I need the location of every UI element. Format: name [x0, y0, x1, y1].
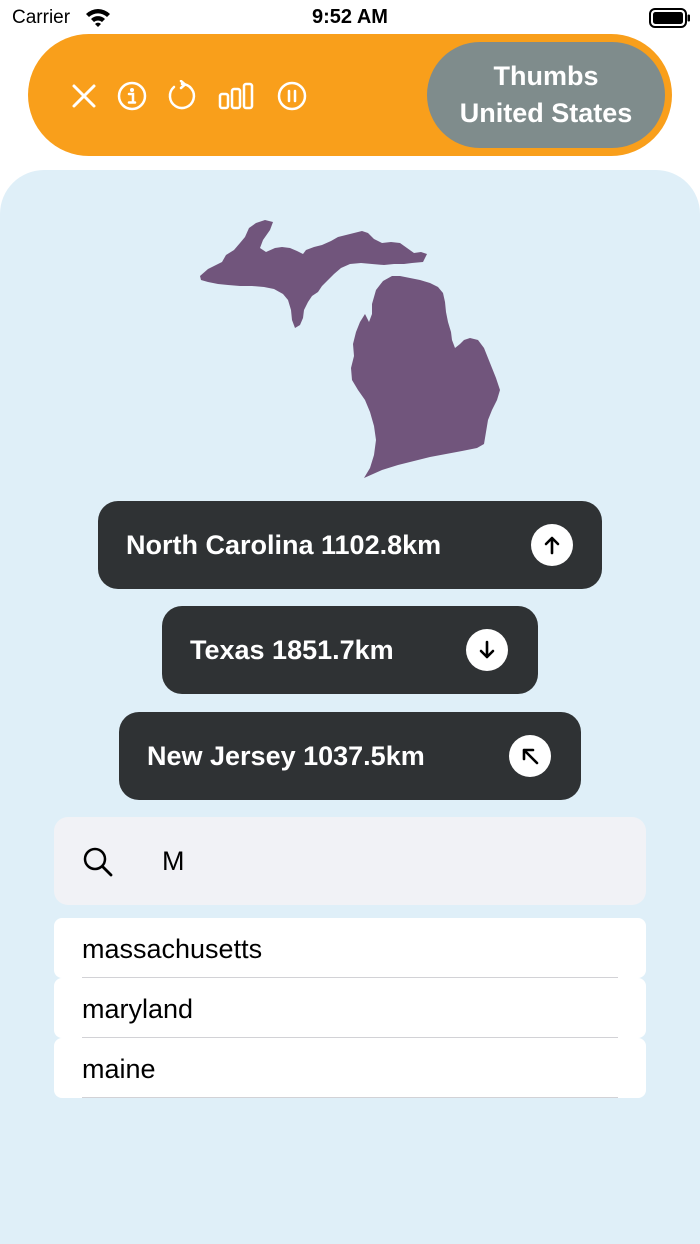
guess-text: North Carolina 1102.8km [126, 530, 442, 560]
suggestion-label: maryland [82, 994, 194, 1024]
arrow-north-icon [531, 524, 573, 566]
state-search-input[interactable] [162, 837, 602, 885]
search-box [54, 817, 646, 905]
guess-row: New Jersey 1037.5km [119, 712, 581, 800]
guess-text: New Jersey 1037.5km [147, 741, 425, 771]
stats-icon [218, 82, 254, 110]
suggestion-label: maine [82, 1054, 156, 1084]
arrow-south-icon [466, 629, 508, 671]
clock: 9:52 AM [312, 6, 388, 28]
close-button[interactable] [66, 78, 102, 114]
info-button[interactable] [114, 78, 150, 114]
state-shape-michigan [200, 220, 500, 478]
status-bar: Carrier 9:52 AM [0, 0, 700, 34]
pause-icon [277, 81, 307, 111]
guess-row: Texas 1851.7km [162, 606, 538, 694]
game-mode-button[interactable]: Thumbs United States [427, 42, 665, 148]
game-mode-line2: United States [459, 98, 633, 128]
close-icon [72, 84, 96, 108]
battery-icon [649, 8, 690, 28]
suggestion-label: massachusetts [82, 934, 263, 964]
suggestion-item[interactable]: maryland [54, 978, 646, 1038]
arrow-northwest-icon [509, 735, 551, 777]
info-icon [117, 81, 147, 111]
game-toolbar: Thumbs United States [28, 34, 672, 156]
guess-row: North Carolina 1102.8km [98, 501, 602, 589]
game-mode-line1: Thumbs [493, 61, 599, 91]
restart-icon [168, 80, 196, 110]
search-icon [83, 847, 113, 877]
suggestion-item[interactable]: massachusetts [54, 918, 646, 978]
guess-text: Texas 1851.7km [190, 635, 394, 665]
restart-button[interactable] [164, 78, 200, 114]
suggestion-item[interactable]: maine [54, 1038, 646, 1098]
divider [82, 1097, 618, 1098]
suggestion-list: massachusetts maryland maine [54, 918, 646, 1098]
stats-button[interactable] [218, 78, 254, 114]
pause-button[interactable] [274, 78, 310, 114]
